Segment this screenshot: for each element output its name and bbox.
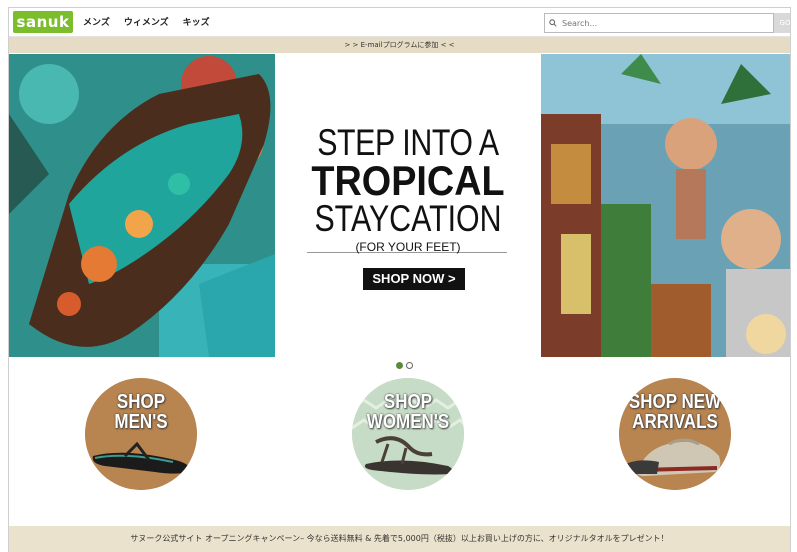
shop-mens-label: SHOP MEN'S xyxy=(114,391,168,433)
campaign-banner[interactable]: サヌーク公式サイト オープニングキャンペーン– 今なら送料無料 & 先着で5,0… xyxy=(9,526,790,552)
carousel-indicators xyxy=(396,362,413,369)
hero-headline-line3: STAYCATION xyxy=(314,198,502,239)
search-input[interactable] xyxy=(560,17,764,29)
nav-womens[interactable]: ウィメンズ xyxy=(124,15,169,28)
hero-banner[interactable]: STEP INTO A TROPICAL STAYCATION (FOR YOU… xyxy=(9,54,790,357)
search-icon xyxy=(549,19,557,27)
carousel-dot-2[interactable] xyxy=(406,362,413,369)
main-nav: メンズ ウィメンズ キッズ xyxy=(83,15,210,28)
nav-mens[interactable]: メンズ xyxy=(83,15,110,28)
search-go-button[interactable]: GO xyxy=(774,13,790,33)
nav-kids[interactable]: キッズ xyxy=(183,15,210,28)
carousel-dot-1[interactable] xyxy=(396,362,403,369)
shop-new-arrivals-label: SHOP NEW ARRIVALS xyxy=(628,391,722,433)
hero-headline-line2: TROPICAL xyxy=(311,157,505,204)
search-box xyxy=(544,13,774,33)
shop-womens-label: SHOP WOMEN'S xyxy=(366,391,450,433)
hero-text-panel: STEP INTO A TROPICAL STAYCATION (FOR YOU… xyxy=(275,54,541,357)
shop-womens-circle[interactable]: SHOP WOMEN'S xyxy=(352,378,464,490)
hero-subline: (FOR YOUR FEET) xyxy=(355,240,461,254)
shop-now-button[interactable]: SHOP NOW > xyxy=(363,268,465,290)
shop-mens-circle[interactable]: SHOP MEN'S xyxy=(85,378,197,490)
hero-shoe-image xyxy=(9,54,275,357)
email-program-link[interactable]: > > E-mailプログラムに参加 < < xyxy=(9,37,790,53)
sanuk-logo[interactable]: sanuk xyxy=(13,11,73,33)
page-frame: sanuk メンズ ウィメンズ キッズ GO > > E-mailプログラムに参… xyxy=(8,7,791,552)
top-bar: sanuk メンズ ウィメンズ キッズ GO xyxy=(9,8,790,37)
hero-collage-image xyxy=(541,54,790,357)
shop-new-arrivals-circle[interactable]: SHOP NEW ARRIVALS xyxy=(619,378,731,490)
